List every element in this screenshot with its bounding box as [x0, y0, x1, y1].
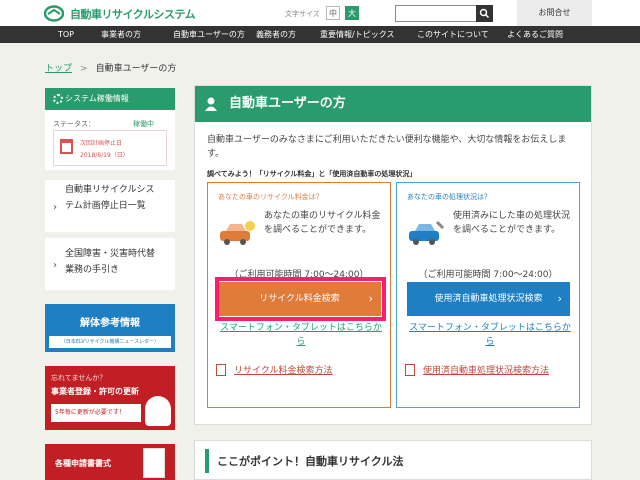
breadcrumb-current: 自動車ユーザーの方	[95, 64, 177, 74]
card-hours: （ご利用可能時間 7:00～24:00）	[229, 270, 369, 280]
chevron-right-icon: ›	[368, 292, 373, 305]
next-maintenance-label: 次回計画停止日	[80, 140, 123, 147]
card-question: あなたの車の処理状況は？	[407, 193, 491, 201]
intro-text: 自動車ユーザーのみなさまにご利用いただきたい便利な機能や、大切な情報をお伝えしま…	[207, 135, 567, 159]
nav-topics[interactable]: 重要情報/トピックス	[320, 26, 394, 43]
renewal-title: 事業者登録・許可の更新	[51, 387, 139, 396]
breadcrumb: トップ > 自動車ユーザーの方	[45, 61, 176, 74]
smartphone-link[interactable]: スマートフォン・タブレットはこちらから	[220, 321, 382, 349]
recycle-fee-card: あなたの車のリサイクル料金は？ あなたの車のリサイクル料金を調べることができます…	[207, 182, 391, 408]
sidebar-link-disaster-guide[interactable]: › 全国障害・災害時代替業務の手引き	[45, 238, 175, 290]
card-description: 使用済みにした車の処理状況を調べることができます。	[453, 211, 571, 235]
section-subheading: 調べてみよう！「リサイクル料金」と「使用済自動車の処理状況」	[207, 170, 417, 178]
processing-status-card: あなたの車の処理状況は？ 使用済みにした車の処理状況を調べることができます。 （…	[396, 182, 580, 408]
dismantling-info-banner[interactable]: 解体参考情報 （日本ELVリサイクル機構ニュースレター）	[45, 304, 175, 352]
button-label: リサイクル料金検索	[259, 294, 340, 304]
nav-about[interactable]: このサイトについて	[417, 26, 489, 43]
chevron-right-icon: ›	[557, 292, 562, 305]
pdf-guide-link[interactable]: リサイクル料金検索方法	[216, 364, 386, 378]
next-maintenance-box: 次回計画停止日 2018/8/19（日）	[53, 130, 167, 166]
next-maintenance-date: 2018/8/19（日）	[80, 152, 129, 159]
chevron-right-icon: ›	[53, 202, 57, 213]
nav-obligors[interactable]: 義務者の方	[256, 26, 296, 43]
card-question: あなたの車のリサイクル料金は？	[218, 193, 323, 201]
section-accent-bar	[205, 449, 209, 473]
global-nav: TOP 事業者の方 自動車ユーザーの方 義務者の方 重要情報/トピックス このサ…	[0, 26, 640, 43]
section-heading: ここがポイント！自動車リサイクル法	[217, 455, 404, 468]
contact-link[interactable]: お問合せ	[517, 0, 592, 26]
smartphone-link[interactable]: スマートフォン・タブレットはこちらから	[409, 321, 571, 349]
dismantling-info-title: 解体参考情報	[80, 318, 140, 329]
card-hours: （ご利用可能時間 7:00～24:00）	[418, 270, 558, 280]
system-status-title: システム稼働情報	[65, 94, 129, 103]
renewal-note: 5年毎に更新が必要です！	[51, 404, 141, 422]
gear-icon	[53, 94, 63, 104]
logo-icon[interactable]	[44, 5, 64, 22]
forms-banner[interactable]: 各種申請書書式	[45, 444, 175, 480]
registration-renewal-banner[interactable]: 忘れてませんか？ 事業者登録・許可の更新 5年毎に更新が必要です！	[45, 366, 175, 430]
nav-business[interactable]: 事業者の方	[101, 26, 141, 43]
chevron-right-icon: ›	[53, 260, 57, 271]
site-logo-text[interactable]: 自動車リサイクルシステム	[70, 6, 196, 22]
pdf-icon	[405, 364, 415, 376]
pdf-icon	[216, 364, 226, 376]
car-users-panel: 自動車ユーザーの方 自動車ユーザーのみなさまにご利用いただきたい便利な機能や、大…	[194, 85, 592, 425]
sidebar-link-label: 全国障害・災害時代替業務の手引き	[65, 249, 156, 275]
nav-car-users[interactable]: 自動車ユーザーの方	[173, 26, 245, 43]
nav-top[interactable]: TOP	[58, 26, 74, 43]
status-value: 稼働中	[133, 120, 154, 128]
calendar-icon	[60, 139, 73, 154]
nav-faq[interactable]: よくあるご質問	[507, 26, 563, 43]
breadcrumb-separator: >	[80, 64, 88, 74]
pdf-guide-label: リサイクル料金検索方法	[234, 366, 333, 376]
font-size-medium-button[interactable]: 中	[326, 6, 340, 20]
button-label: 使用済自動車処理状況検索	[434, 294, 543, 304]
font-size-large-button[interactable]: 大	[345, 6, 359, 20]
font-size-label: 文字サイズ	[285, 10, 320, 18]
breadcrumb-home[interactable]: トップ	[45, 64, 72, 74]
site-header: 自動車リサイクルシステム 文字サイズ 中 大 お問合せ	[0, 0, 640, 26]
car-price-icon	[220, 221, 255, 245]
recycle-fee-search-button[interactable]: リサイクル料金検索 ›	[218, 282, 381, 316]
renewal-reminder: 忘れてませんか？	[51, 374, 107, 382]
search-icon	[479, 8, 490, 19]
search-button[interactable]	[476, 5, 493, 22]
processing-status-search-button[interactable]: 使用済自動車処理状況検索 ›	[407, 282, 570, 316]
mascot-icon	[145, 396, 171, 426]
forms-label: 各種申請書書式	[55, 459, 111, 468]
dismantling-info-subtitle: （日本ELVリサイクル機構ニュースレター）	[49, 336, 171, 348]
user-icon	[205, 97, 217, 111]
pdf-guide-label: 使用済自動車処理状況検索方法	[423, 366, 550, 376]
system-status-header: システム稼働情報	[45, 88, 175, 110]
system-status-panel: システム稼働情報 ステータス： 稼働中 次回計画停止日 2018/8/19（日）	[45, 88, 175, 170]
card-description: あなたの車のリサイクル料金を調べることができます。	[264, 211, 381, 235]
car-repair-icon	[409, 220, 445, 245]
pdf-guide-link[interactable]: 使用済自動車処理状況検索方法	[405, 364, 575, 378]
document-icon	[143, 448, 165, 478]
page-title-bar: 自動車ユーザーの方	[195, 86, 591, 122]
status-label: ステータス：	[53, 120, 95, 128]
points-section: ここがポイント！自動車リサイクル法	[194, 440, 592, 480]
sidebar-link-label: 自動車リサイクルシステム計画停止日一覧	[65, 185, 155, 211]
sidebar-link-maintenance-list[interactable]: › 自動車リサイクルシステム計画停止日一覧	[45, 180, 175, 232]
page-title: 自動車ユーザーの方	[229, 96, 346, 111]
